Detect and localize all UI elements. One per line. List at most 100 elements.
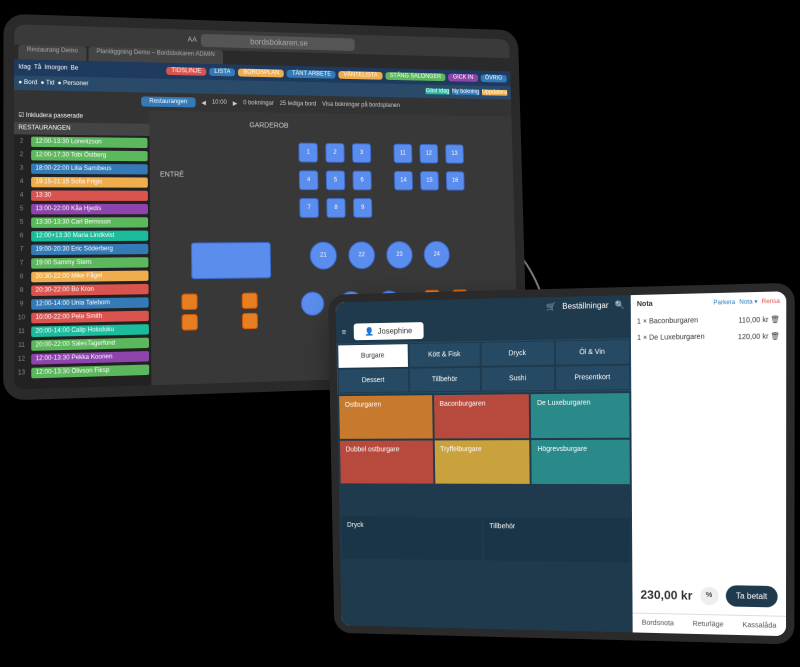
show-on-plan-check[interactable]: Visa bokningar på bordsplanen bbox=[322, 102, 400, 109]
zone-entre: ENTRÉ bbox=[160, 171, 184, 178]
action-button[interactable]: Uppdatera bbox=[482, 90, 507, 96]
reservation-row[interactable]: 212:00-13:30 Lorentzson bbox=[14, 134, 150, 149]
product-tile[interactable]: Tryffelburgare bbox=[433, 439, 531, 485]
extras-grid: DryckTillbehör bbox=[339, 514, 632, 564]
search-icon[interactable]: 🔍 bbox=[615, 300, 625, 309]
reservation-list: ☑ Inkludera passerade RESTAURANGEN 212:0… bbox=[14, 108, 151, 389]
table[interactable] bbox=[181, 293, 197, 310]
total-amount: 230,00 kr bbox=[640, 587, 692, 602]
clear-link[interactable]: Rensa bbox=[762, 299, 780, 306]
product-tile[interactable]: De Luxeburgaren bbox=[530, 392, 630, 439]
table[interactable] bbox=[242, 313, 258, 330]
table[interactable]: 16 bbox=[446, 171, 465, 190]
orders-icon[interactable]: 🛒 bbox=[546, 302, 556, 311]
product-tile[interactable]: Baconburgaren bbox=[433, 393, 531, 439]
category-tab[interactable]: Sushi bbox=[481, 366, 555, 392]
table[interactable]: 11 bbox=[393, 144, 412, 164]
receipt-title: Nota bbox=[637, 301, 653, 309]
footer-link[interactable]: Returläge bbox=[693, 621, 724, 629]
header-item[interactable]: Tå bbox=[34, 65, 41, 71]
text-size[interactable]: AA bbox=[188, 36, 197, 43]
category-tab[interactable]: Kött & Fisk bbox=[408, 342, 481, 368]
table[interactable]: 5 bbox=[326, 170, 345, 190]
filter-button[interactable]: ● Personer bbox=[58, 81, 89, 88]
action-button[interactable]: Ny bokning bbox=[452, 89, 479, 95]
table[interactable]: 4 bbox=[299, 170, 319, 190]
reservation-row[interactable]: 212:00-17:30 Tobi Östberg bbox=[14, 148, 150, 162]
note-link[interactable]: Nota ▾ bbox=[739, 299, 757, 306]
header-item[interactable]: Idag bbox=[18, 64, 30, 70]
view-badge[interactable]: ÖVRIG bbox=[480, 74, 507, 82]
view-badge[interactable]: TÄNT ARBETE bbox=[287, 70, 336, 79]
prev-time[interactable]: ◀ bbox=[201, 99, 206, 106]
location-pill[interactable]: Restaurangen bbox=[141, 96, 195, 107]
view-badge[interactable]: VÄNTELISTA bbox=[339, 71, 383, 80]
header-item[interactable]: Imorgon bbox=[44, 65, 67, 72]
table[interactable]: 14 bbox=[394, 171, 413, 191]
table-large[interactable] bbox=[191, 242, 271, 279]
park-link[interactable]: Parkera bbox=[713, 300, 735, 307]
reservation-row[interactable]: 1312:00-13:30 Olivson Fiksp bbox=[14, 362, 151, 380]
filter-button[interactable]: ● Bord bbox=[18, 80, 37, 87]
table[interactable]: 6 bbox=[352, 171, 371, 191]
view-badge[interactable]: BORDSPLAN bbox=[238, 69, 284, 78]
table-round[interactable] bbox=[301, 291, 325, 315]
footer-link[interactable]: Kassalåda bbox=[742, 622, 776, 630]
table[interactable]: 8 bbox=[326, 198, 346, 218]
reservation-row[interactable]: 719:00-20:30 Eric Söderberg bbox=[14, 242, 150, 257]
reservation-row[interactable]: 612:00+13:30 Maria Lindkvist bbox=[14, 228, 150, 242]
table[interactable]: 15 bbox=[420, 171, 439, 190]
view-badge[interactable]: STÅNG SALONGER bbox=[385, 72, 446, 81]
category-tab[interactable]: Burgare bbox=[337, 343, 408, 369]
table-round[interactable]: 24 bbox=[423, 241, 450, 269]
discount-button[interactable]: % bbox=[700, 586, 718, 605]
reservation-row[interactable]: 513:30-13:30 Carl Bernsson bbox=[14, 215, 150, 229]
reservation-row[interactable]: 413:30 bbox=[14, 188, 150, 202]
view-badge[interactable]: TIDSLINJE bbox=[166, 67, 206, 76]
table[interactable]: 2 bbox=[325, 143, 344, 163]
next-time[interactable]: ▶ bbox=[233, 100, 238, 107]
action-button[interactable]: Gäst idag bbox=[426, 88, 450, 94]
table[interactable]: 12 bbox=[419, 144, 438, 163]
table[interactable] bbox=[242, 293, 258, 309]
extra-tile[interactable]: Tillbehör bbox=[483, 516, 632, 563]
table[interactable]: 9 bbox=[353, 198, 372, 218]
table-round[interactable]: 23 bbox=[386, 241, 413, 269]
free-tables: 25 lediga bord bbox=[280, 101, 317, 108]
tab-1[interactable]: Restaurang Demo bbox=[18, 45, 86, 61]
header-item[interactable]: Be bbox=[71, 66, 79, 72]
table-round[interactable]: 21 bbox=[310, 242, 337, 270]
table[interactable]: 7 bbox=[299, 198, 319, 218]
receipt-item[interactable]: 1 × De Luxeburgaren120,00 kr 🗑 bbox=[631, 328, 786, 347]
server-button[interactable]: 👤 Josephine bbox=[353, 322, 423, 340]
view-badge[interactable]: LISTA bbox=[209, 68, 235, 77]
server-name: Josephine bbox=[378, 326, 413, 336]
filter-button[interactable]: ● Tid bbox=[41, 80, 55, 86]
table[interactable] bbox=[182, 314, 198, 331]
url-bar[interactable]: bordsbokaren.se bbox=[201, 33, 356, 50]
category-tab[interactable]: Tillbehör bbox=[408, 367, 481, 393]
extra-tile[interactable]: Dryck bbox=[340, 515, 483, 561]
reservation-row[interactable]: 419:15-21:15 Sofia Frigis bbox=[14, 175, 150, 189]
receipt-footer: Bordsnota Returläge Kassalåda bbox=[633, 613, 786, 637]
reservation-row[interactable]: 513:00-22:00 Kåa Hjedis bbox=[14, 202, 150, 216]
product-tile[interactable]: Ostburgaren bbox=[338, 394, 433, 440]
table-round[interactable]: 22 bbox=[348, 241, 375, 269]
pos-tablet: 🛒 Beställningar 🔍 ≡ 👤 Josephine BurgareK… bbox=[328, 283, 795, 645]
menu-icon[interactable]: ≡ bbox=[342, 327, 347, 336]
view-badge[interactable]: GICK IN bbox=[448, 74, 478, 82]
table[interactable]: 13 bbox=[445, 144, 464, 163]
product-tile[interactable]: Högrevsburgare bbox=[531, 439, 631, 485]
category-tab[interactable]: Dessert bbox=[338, 368, 409, 393]
zone-garderob: GARDEROB bbox=[249, 122, 288, 129]
category-tab[interactable]: Dryck bbox=[480, 340, 554, 366]
product-tile[interactable]: Dubbel ostburgare bbox=[339, 439, 434, 484]
category-tab[interactable]: Presentkort bbox=[555, 365, 631, 391]
reservation-row[interactable]: 318:00-22:00 Lilia Samibeus bbox=[14, 161, 150, 175]
orders-label[interactable]: Beställningar bbox=[562, 300, 608, 310]
table[interactable]: 3 bbox=[352, 143, 371, 163]
category-tab[interactable]: Öl & Vin bbox=[554, 339, 630, 366]
pay-button[interactable]: Ta betalt bbox=[726, 585, 778, 607]
footer-link[interactable]: Bordsnota bbox=[642, 620, 674, 628]
table[interactable]: 1 bbox=[298, 143, 318, 163]
